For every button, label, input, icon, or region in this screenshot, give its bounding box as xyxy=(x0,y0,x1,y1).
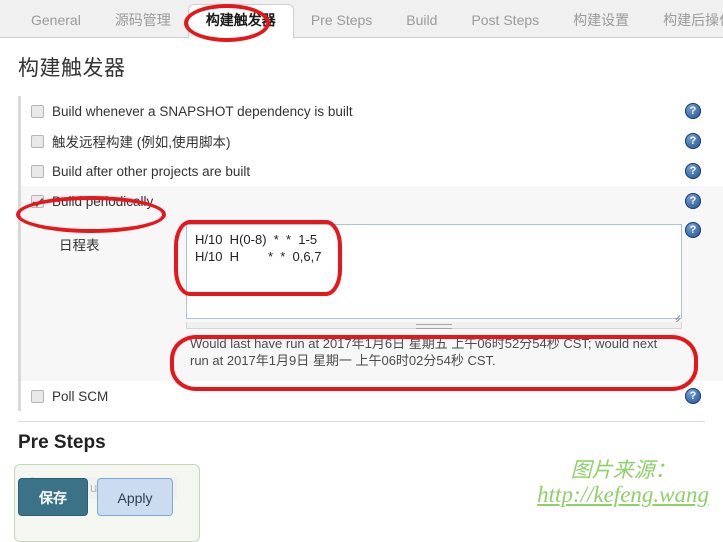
save-button[interactable]: 保存 xyxy=(18,478,88,516)
checkbox-snapshot-dependency[interactable] xyxy=(31,104,44,118)
tab-list: General 源码管理 构建触发器 Pre Steps Build Post … xyxy=(0,0,723,39)
help-icon-build-periodically[interactable]: ? xyxy=(685,193,701,209)
schedule-textarea-wrap xyxy=(186,224,682,326)
schedule-field-group: Would last have run at 2017年1月6日 星期五 上午0… xyxy=(186,224,682,371)
tab-post-steps[interactable]: Post Steps xyxy=(454,5,556,38)
schedule-row: 日程表 Would last have run at 2017年1月6日 星期五… xyxy=(21,224,723,371)
trigger-row-remote-build[interactable]: 触发远程构建 (例如,使用脚本) ? xyxy=(21,126,723,156)
trigger-label-build-periodically: Build periodically xyxy=(52,193,154,209)
checkbox-poll-scm[interactable] xyxy=(31,389,44,403)
triggers-section: Build whenever a SNAPSHOT dependency is … xyxy=(18,96,723,411)
trigger-row-snapshot-dependency[interactable]: Build whenever a SNAPSHOT dependency is … xyxy=(21,96,723,126)
checkbox-remote-build[interactable] xyxy=(31,134,44,148)
trigger-row-after-other-projects[interactable]: Build after other projects are built ? xyxy=(21,156,723,186)
tab-build[interactable]: Build xyxy=(389,5,454,38)
save-bar: 保存 Apply xyxy=(18,478,173,516)
trigger-row-poll-scm[interactable]: Poll SCM ? xyxy=(21,381,723,411)
tab-build-triggers[interactable]: 构建触发器 xyxy=(187,4,294,39)
schedule-input[interactable] xyxy=(186,224,682,319)
content-area: 构建触发器 Build whenever a SNAPSHOT dependen… xyxy=(0,38,723,542)
pre-steps-heading: Pre Steps xyxy=(18,432,106,453)
apply-button[interactable]: Apply xyxy=(97,478,173,516)
tab-build-settings[interactable]: 构建设置 xyxy=(556,5,646,38)
trigger-label-remote-build: 触发远程构建 (例如,使用脚本) xyxy=(52,135,231,150)
tab-general[interactable]: General xyxy=(14,5,98,38)
trigger-label-after-other-projects: Build after other projects are built xyxy=(52,163,251,179)
trigger-row-build-periodically[interactable]: Build periodically ? xyxy=(21,186,723,216)
schedule-block: ? 日程表 Would last have run at 2017年1月6日 星… xyxy=(21,216,723,381)
checkbox-build-periodically[interactable] xyxy=(31,194,44,208)
help-icon-remote-build[interactable]: ? xyxy=(685,133,701,149)
help-icon-snapshot-dependency[interactable]: ? xyxy=(685,103,701,119)
help-icon-after-other-projects[interactable]: ? xyxy=(685,163,701,179)
page-title: 构建触发器 xyxy=(18,57,126,80)
tab-bar: General 源码管理 构建触发器 Pre Steps Build Post … xyxy=(0,0,723,39)
tab-post-build-actions[interactable]: 构建后操作 xyxy=(646,5,723,38)
trigger-label-poll-scm: Poll SCM xyxy=(52,388,109,404)
help-icon-poll-scm[interactable]: ? xyxy=(685,388,701,404)
help-icon-schedule[interactable]: ? xyxy=(685,222,701,238)
tab-scm[interactable]: 源码管理 xyxy=(98,5,188,38)
schedule-status-text: Would last have run at 2017年1月6日 星期五 上午0… xyxy=(190,336,658,368)
trigger-label-snapshot-dependency: Build whenever a SNAPSHOT dependency is … xyxy=(52,103,353,119)
textarea-drag-bar[interactable] xyxy=(186,322,682,329)
schedule-label: 日程表 xyxy=(59,238,100,253)
checkbox-after-other-projects[interactable] xyxy=(31,164,44,178)
tab-pre-steps[interactable]: Pre Steps xyxy=(294,5,389,38)
